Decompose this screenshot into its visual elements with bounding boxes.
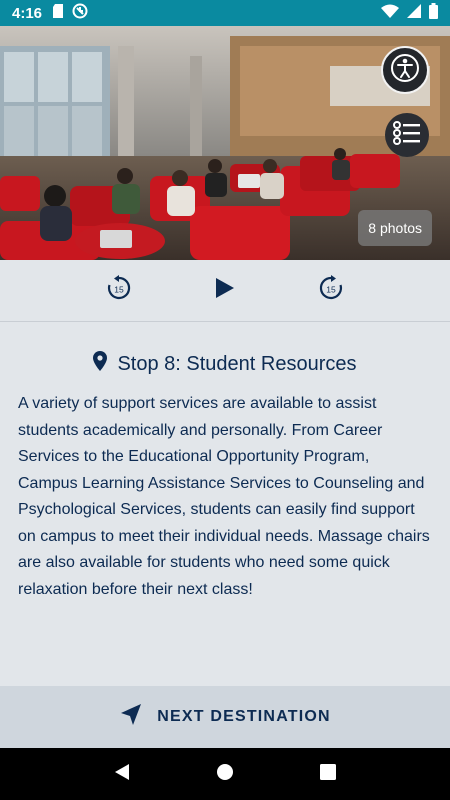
accessibility-button[interactable]: [381, 46, 429, 94]
back-icon: [113, 763, 131, 786]
replay-15-button[interactable]: 15: [102, 274, 136, 308]
forward-15-icon: 15: [318, 275, 344, 306]
replay-15-icon: 15: [106, 275, 132, 306]
status-bar: 4:16: [0, 0, 450, 26]
battery-icon: [429, 2, 438, 24]
stop-title-text: Stop 8: Student Resources: [117, 352, 357, 375]
back-button[interactable]: [104, 756, 140, 792]
forward-15-button[interactable]: 15: [314, 274, 348, 308]
vpn-icon: [72, 3, 88, 24]
status-time: 4:16: [12, 4, 43, 22]
list-icon: [393, 120, 421, 150]
recents-button[interactable]: [310, 756, 346, 792]
stop-description: A variety of support services are availa…: [18, 395, 430, 598]
map-pin-icon: [93, 351, 108, 377]
next-destination-button[interactable]: NEXT DESTINATION: [0, 686, 450, 748]
play-button[interactable]: [208, 274, 242, 308]
stops-list-button[interactable]: [385, 113, 429, 157]
accessibility-icon: [390, 53, 420, 88]
hero-photo[interactable]: 8 photos: [0, 26, 450, 260]
next-destination-label: NEXT DESTINATION: [157, 708, 331, 725]
home-icon: [216, 763, 234, 786]
navigation-arrow-icon: [119, 703, 143, 732]
stop-title: Stop 8: Student Resources: [18, 351, 432, 377]
home-button[interactable]: [207, 756, 243, 792]
photos-count-button[interactable]: 8 photos: [358, 210, 432, 246]
play-icon: [214, 276, 236, 305]
system-nav-bar: [0, 748, 450, 800]
signal-icon: [407, 3, 421, 23]
audio-controls: 15 15: [0, 260, 450, 322]
stop-content: Stop 8: Student Resources A variety of s…: [0, 323, 450, 686]
recents-icon: [320, 763, 337, 785]
svg-text:15: 15: [114, 285, 124, 295]
svg-text:15: 15: [326, 285, 336, 295]
wifi-icon: [381, 4, 399, 23]
sd-card-icon: [52, 3, 64, 23]
